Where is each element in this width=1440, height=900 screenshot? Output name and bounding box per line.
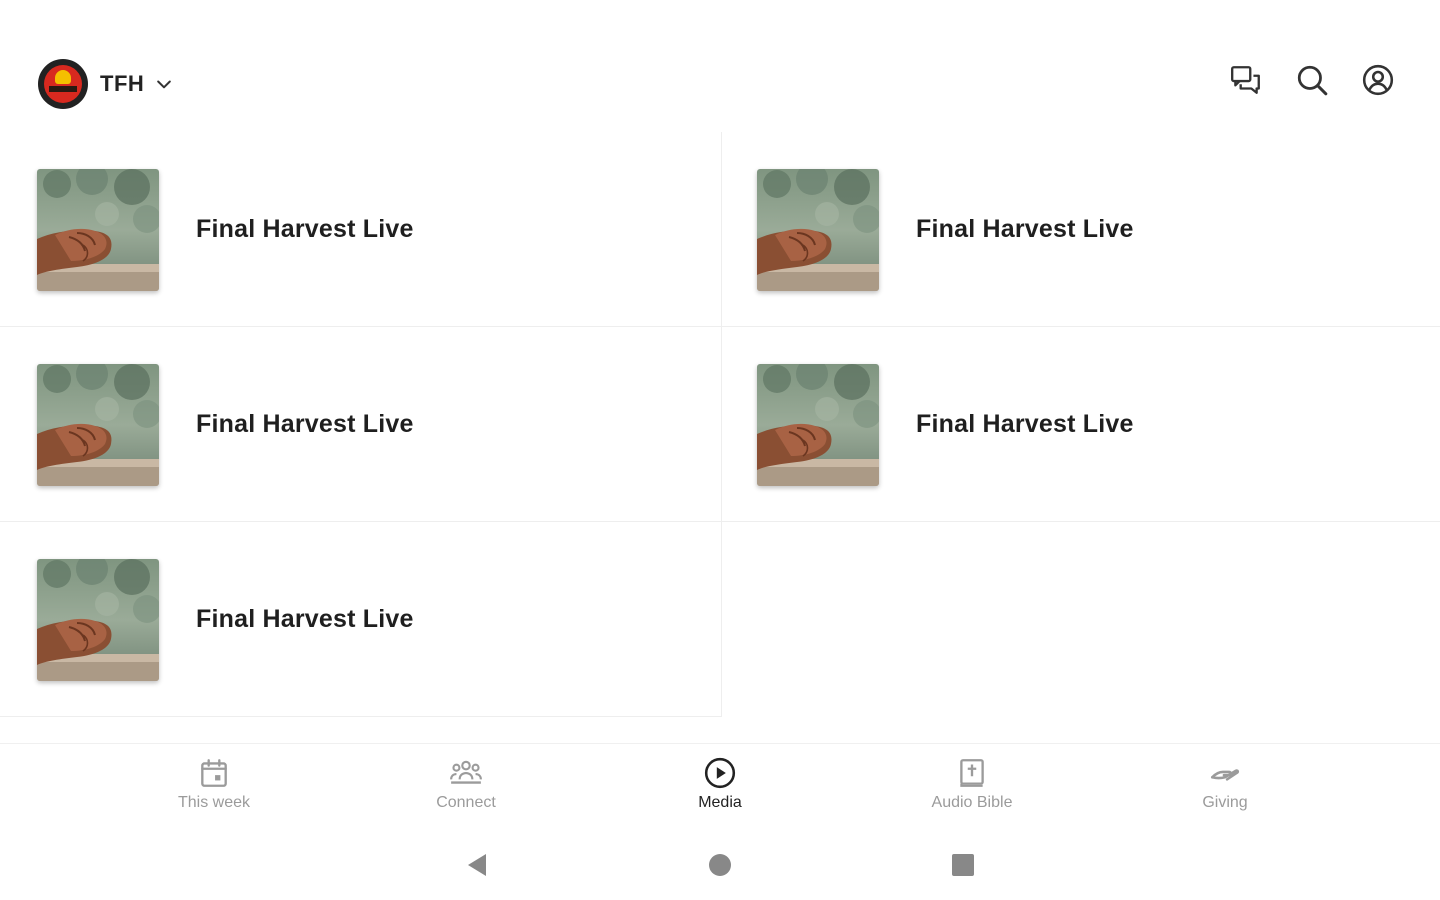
media-card[interactable]: Final Harvest Live	[0, 132, 720, 327]
media-thumbnail	[757, 168, 879, 291]
bottom-tab-bar: This week Connect Media Audio Bible Givi…	[0, 746, 1440, 824]
tab-label: Connect	[436, 794, 496, 811]
tab-label: Giving	[1202, 794, 1248, 811]
recents-icon[interactable]	[950, 852, 976, 878]
tab-this-week[interactable]: This week	[144, 756, 284, 812]
chat-bubbles-icon	[1231, 66, 1260, 94]
media-card[interactable]: Final Harvest Live	[0, 327, 720, 522]
chevron-down-icon	[157, 80, 172, 89]
media-card[interactable]: Final Harvest Live	[720, 132, 1440, 327]
church-name: TFH	[100, 71, 145, 96]
media-thumbnail	[37, 168, 159, 291]
tab-giving[interactable]: Giving	[1155, 756, 1295, 812]
search-button[interactable]	[1294, 62, 1330, 98]
media-title: Final Harvest Live	[916, 215, 1134, 243]
church-switcher[interactable]: TFH	[38, 58, 174, 110]
media-thumbnail	[37, 558, 159, 681]
giving-hand-icon	[1210, 769, 1240, 781]
media-title: Final Harvest Live	[196, 410, 414, 438]
group-icon	[450, 760, 482, 784]
calendar-icon	[201, 759, 227, 787]
back-icon[interactable]	[464, 852, 490, 878]
media-title: Final Harvest Live	[916, 410, 1134, 438]
home-icon[interactable]	[707, 852, 733, 878]
tab-media[interactable]: Media	[650, 756, 790, 812]
tab-connect[interactable]: Connect	[396, 756, 536, 812]
church-logo	[38, 59, 88, 109]
system-navigation-bar	[0, 840, 1440, 890]
media-card[interactable]: Final Harvest Live	[0, 522, 720, 717]
app-header: TFH	[0, 0, 1440, 140]
tab-label: Audio Bible	[931, 794, 1013, 811]
search-icon	[1297, 65, 1328, 96]
media-thumbnail	[37, 363, 159, 486]
media-title: Final Harvest Live	[196, 215, 414, 243]
account-circle-icon	[1362, 64, 1394, 96]
tab-label: This week	[177, 794, 251, 811]
media-grid: Final Harvest Live Final Harvest Live Fi…	[0, 132, 1440, 717]
tab-audio-bible[interactable]: Audio Bible	[902, 756, 1042, 812]
play-circle-icon	[704, 757, 736, 789]
messages-button[interactable]	[1228, 62, 1264, 98]
media-card[interactable]: Final Harvest Live	[720, 327, 1440, 522]
tabbar-divider	[0, 743, 1440, 744]
profile-button[interactable]	[1360, 62, 1396, 98]
tab-label: Media	[698, 794, 742, 811]
bible-icon	[960, 759, 984, 787]
media-title: Final Harvest Live	[196, 605, 414, 633]
media-thumbnail	[757, 363, 879, 486]
